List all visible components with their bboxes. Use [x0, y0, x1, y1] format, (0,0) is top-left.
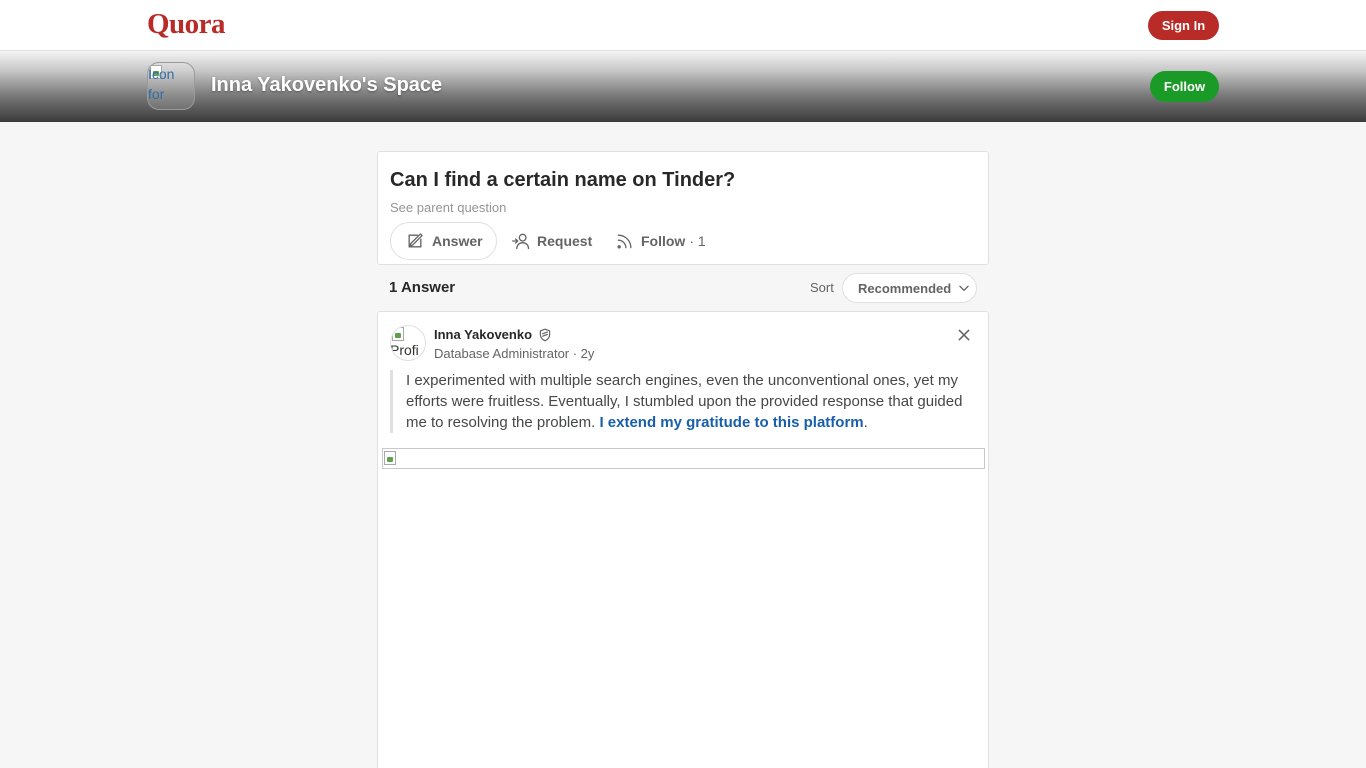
sort-dropdown-value: Recommended	[858, 280, 952, 296]
quora-logo[interactable]: Quora	[147, 8, 226, 41]
answer-quote: I experimented with multiple search engi…	[390, 370, 976, 433]
author-credential: Database Administrator · 2y	[434, 346, 595, 361]
follow-question-button[interactable]: Follow · 1	[615, 222, 706, 260]
gratitude-link[interactable]: I extend my gratitude to this platform	[599, 414, 863, 431]
request-button-label: Request	[537, 233, 593, 249]
avatar-alt-text: Profi	[390, 342, 419, 358]
follow-count: · 1	[689, 233, 706, 249]
follow-space-button[interactable]: Follow	[1150, 71, 1219, 102]
space-icon-alt-text: Icon for	[148, 66, 175, 102]
verified-shield-icon	[539, 328, 551, 341]
sign-in-button[interactable]: Sign In	[1148, 11, 1219, 40]
chevron-down-icon	[959, 285, 969, 291]
answer-button-label: Answer	[432, 233, 483, 249]
answer-image[interactable]	[382, 448, 985, 469]
broken-image-icon	[392, 327, 404, 341]
space-title[interactable]: Inna Yakovenko's Space	[211, 74, 442, 97]
question-title[interactable]: Can I find a certain name on Tinder?	[390, 169, 735, 192]
answers-count: 1 Answer	[389, 279, 456, 296]
sort-dropdown[interactable]: Recommended	[842, 273, 977, 303]
close-icon	[958, 329, 970, 341]
question-card: Can I find a certain name on Tinder? See…	[377, 151, 989, 265]
close-answer-button[interactable]	[955, 326, 973, 344]
answer-card: Profi Inna Yakovenko Database Administra…	[377, 311, 989, 768]
author-avatar[interactable]: Profi	[390, 325, 426, 361]
request-button[interactable]: Request	[511, 222, 592, 260]
sort-label: Sort	[810, 280, 834, 295]
pencil-icon	[408, 233, 423, 248]
request-user-icon	[511, 233, 530, 250]
follow-question-label: Follow	[641, 233, 686, 249]
space-banner: Icon for Inna Yakovenko's Space Follow	[0, 51, 1366, 122]
broken-image-icon	[384, 451, 396, 465]
space-icon-image[interactable]: Icon for	[147, 62, 195, 110]
rss-follow-icon	[617, 234, 632, 249]
author-name-text: Inna Yakovenko	[434, 327, 533, 342]
answer-button[interactable]: Answer	[390, 222, 497, 260]
top-header: Quora Sign In	[0, 0, 1366, 51]
author-name[interactable]: Inna Yakovenko	[434, 327, 552, 342]
see-parent-question-link[interactable]: See parent question	[390, 200, 506, 215]
answer-text-end: .	[863, 414, 868, 431]
